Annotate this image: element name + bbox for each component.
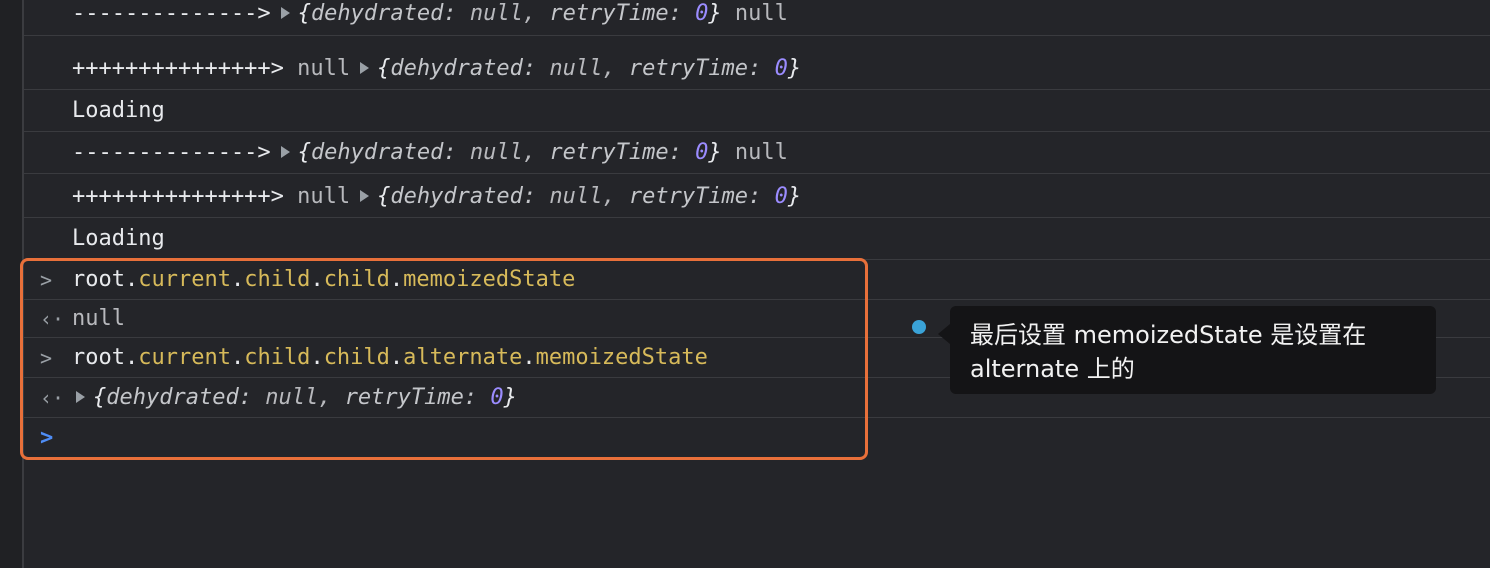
log-row: Loading bbox=[24, 90, 1490, 132]
result-value: null bbox=[72, 305, 125, 331]
console-panel: --------------> {dehydrated: null, retryT… bbox=[24, 0, 1490, 568]
expand-triangle-icon[interactable] bbox=[76, 390, 85, 403]
log-arrow: +++++++++++++++> bbox=[72, 183, 284, 209]
annotation-tooltip: 最后设置 memoizedState 是设置在 alternate 上的 bbox=[938, 306, 1436, 394]
annotation-dot bbox=[912, 320, 926, 334]
return-arrow-icon: ‹· bbox=[40, 306, 65, 331]
expand-triangle-icon[interactable] bbox=[280, 145, 290, 158]
return-arrow-icon: ‹· bbox=[40, 385, 65, 410]
prompt-chevron-icon: > bbox=[40, 345, 53, 370]
log-row: +++++++++++++++> null {dehydrated: null, … bbox=[24, 176, 1490, 218]
log-trail: null bbox=[734, 0, 788, 26]
command-row: > root.current.child.child.memoizedState bbox=[24, 260, 1490, 300]
expand-triangle-icon[interactable] bbox=[360, 189, 370, 202]
log-row: Loading bbox=[24, 218, 1490, 260]
log-arrow: --------------> bbox=[72, 139, 271, 165]
annotation-line1: 最后设置 memoizedState 是设置在 bbox=[970, 321, 1367, 349]
console-input-row[interactable]: > bbox=[24, 418, 1490, 458]
log-text: Loading bbox=[72, 225, 165, 251]
annotation-line2: alternate 上的 bbox=[970, 355, 1135, 383]
log-arrow: --------------> bbox=[72, 0, 271, 26]
prompt-chevron-icon: > bbox=[40, 267, 53, 292]
expand-triangle-icon[interactable] bbox=[360, 61, 370, 74]
log-row: --------------> {dehydrated: null, retryT… bbox=[24, 132, 1490, 174]
input-prompt-chevron-icon: > bbox=[40, 425, 54, 451]
log-row: --------------> {dehydrated: null, retryT… bbox=[24, 0, 1490, 36]
log-arrow: +++++++++++++++> bbox=[72, 55, 284, 81]
log-trail: null bbox=[734, 139, 788, 165]
log-text: Loading bbox=[72, 97, 165, 123]
left-gutter bbox=[0, 0, 24, 568]
expand-triangle-icon[interactable] bbox=[280, 6, 290, 19]
log-row: +++++++++++++++> null {dehydrated: null, … bbox=[24, 48, 1490, 90]
